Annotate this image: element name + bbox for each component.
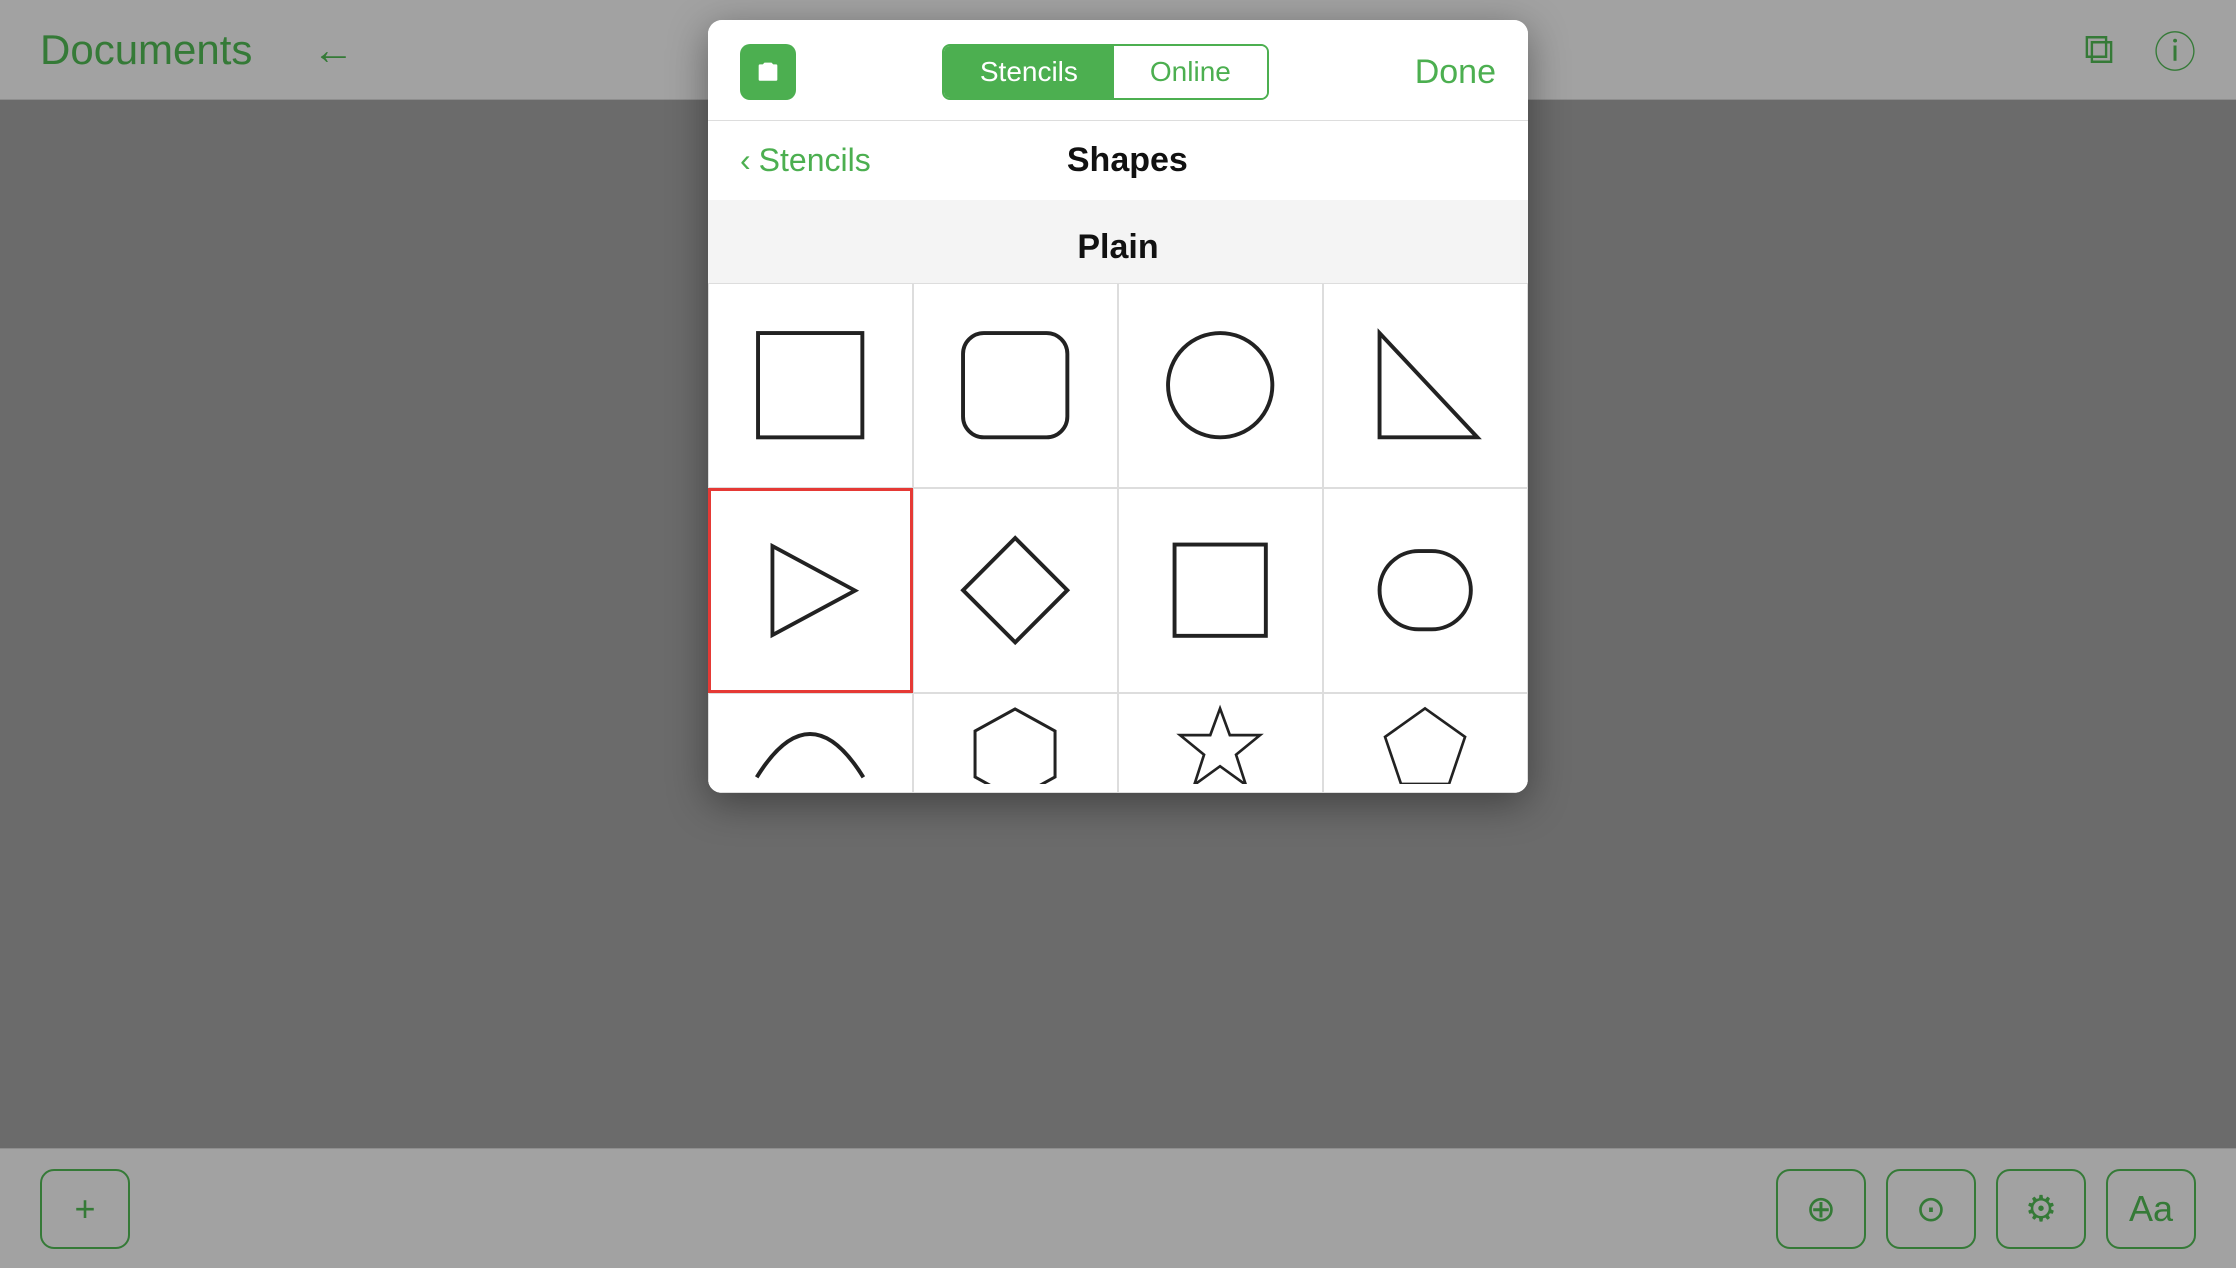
shape-right-triangle[interactable] — [1323, 283, 1528, 488]
shape-stadium[interactable] — [1323, 488, 1528, 693]
shape-arc[interactable] — [708, 693, 913, 793]
tab-online[interactable]: Online — [1114, 46, 1267, 98]
modal-header-top: Stencils Online Done — [740, 44, 1496, 120]
shape-diamond[interactable] — [913, 488, 1118, 693]
breadcrumb-label[interactable]: Stencils — [759, 142, 871, 179]
breadcrumb-chevron-icon: ‹ — [740, 142, 751, 179]
shape-hexagon[interactable] — [913, 693, 1118, 793]
shapes-grid — [708, 283, 1528, 693]
shapes-grid-partial — [708, 693, 1528, 793]
app-root: { "app": { "documents_label": "Documents… — [0, 0, 2236, 1268]
shape-pentagon[interactable] — [1323, 693, 1528, 793]
shape-star[interactable] — [1118, 693, 1323, 793]
modal-breadcrumb: ‹ Stencils Shapes — [708, 121, 1528, 200]
shape-square[interactable] — [1118, 488, 1323, 693]
page-title: Shapes — [879, 141, 1376, 180]
tab-stencils[interactable]: Stencils — [944, 46, 1114, 98]
shape-circle[interactable] — [1118, 283, 1323, 488]
segmented-control: Stencils Online — [942, 44, 1269, 100]
camera-button[interactable] — [740, 44, 796, 100]
shape-play-triangle[interactable] — [708, 488, 913, 693]
modal-overlay: Stencils Online Done ‹ Stencils Shapes P… — [0, 0, 2236, 1268]
shape-rectangle[interactable] — [708, 283, 913, 488]
stencils-modal: Stencils Online Done ‹ Stencils Shapes P… — [708, 20, 1528, 793]
done-button[interactable]: Done — [1415, 53, 1496, 92]
modal-header: Stencils Online Done — [708, 20, 1528, 121]
section-title: Plain — [708, 200, 1528, 283]
shape-rounded-rectangle[interactable] — [913, 283, 1118, 488]
